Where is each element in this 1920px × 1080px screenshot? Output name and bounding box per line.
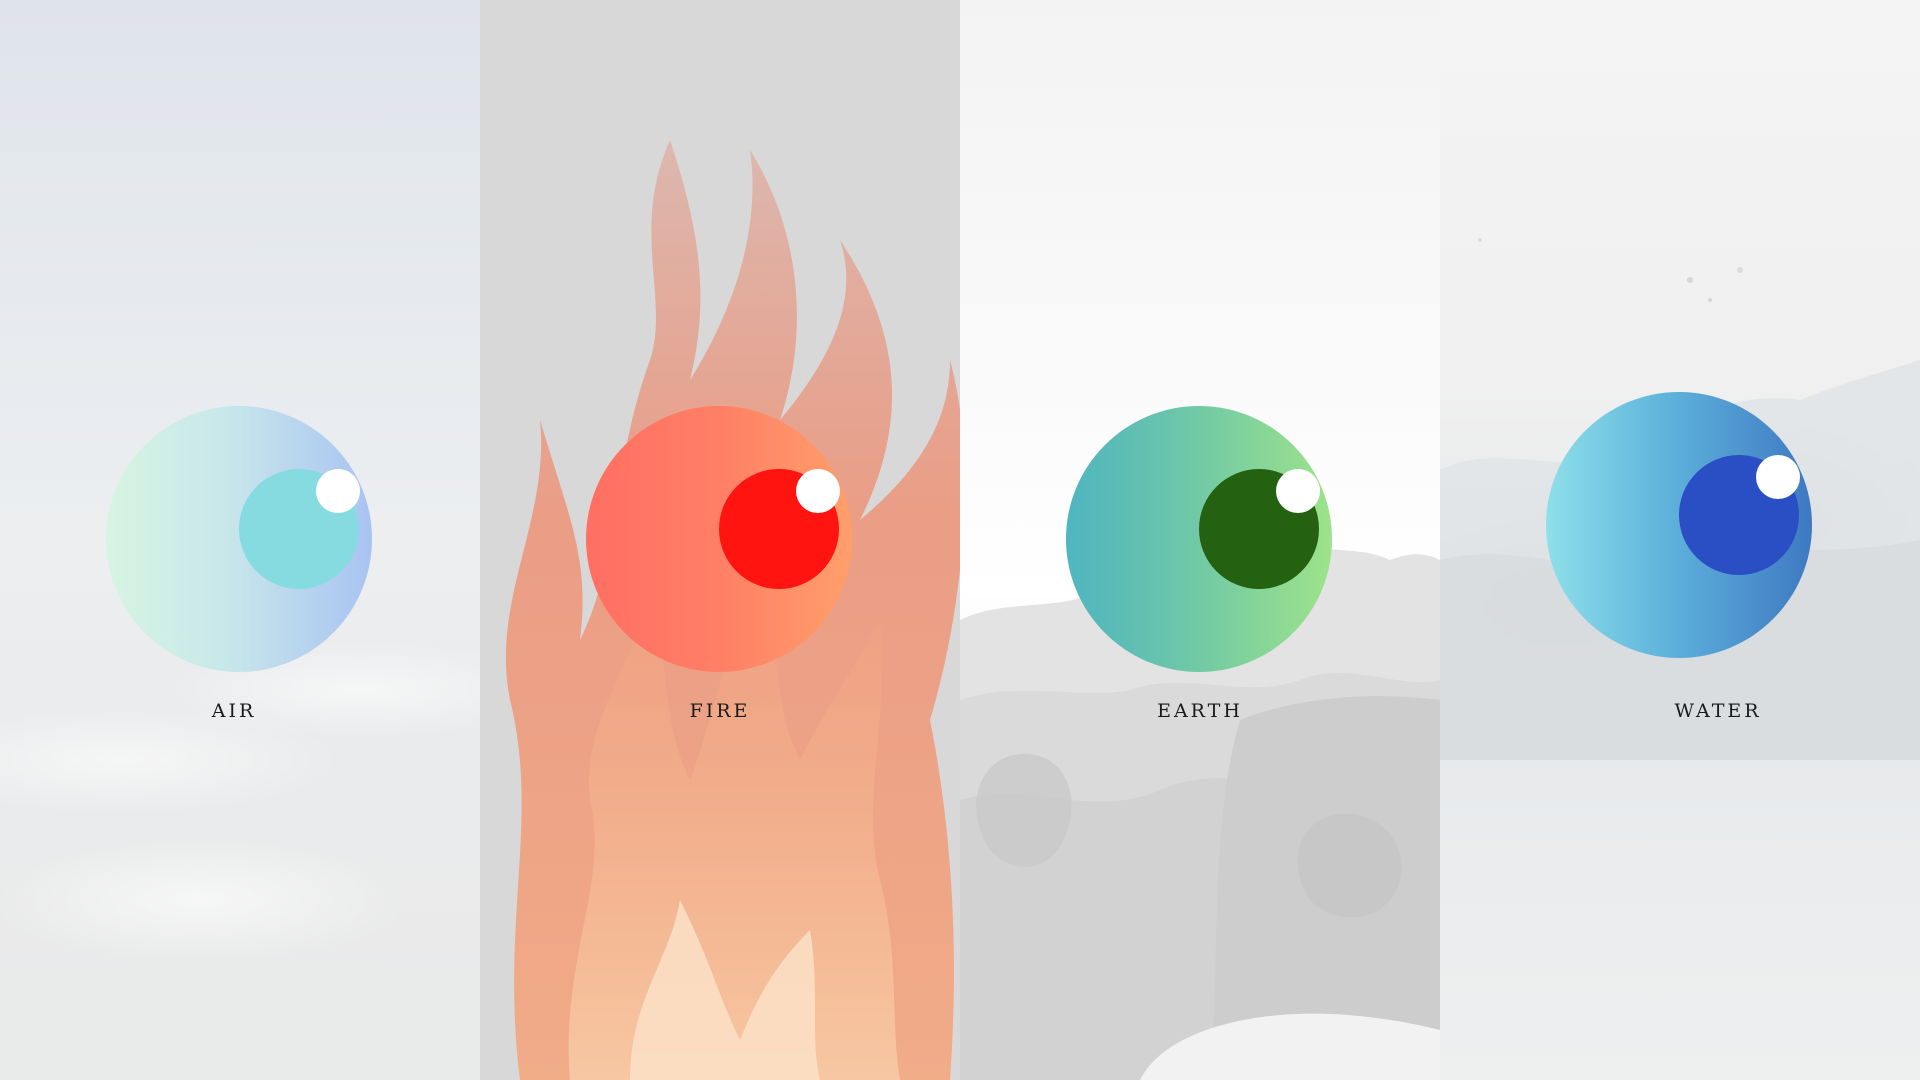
panel-air[interactable]: AIR: [0, 0, 480, 1080]
glint: [1756, 455, 1800, 499]
eye-icon[interactable]: [106, 406, 372, 672]
element-selector: AIR FIRE EARTH WATER: [0, 0, 1920, 1080]
glint: [796, 469, 840, 513]
glint: [1276, 469, 1320, 513]
element-label: EARTH: [1157, 700, 1243, 722]
panel-fire[interactable]: FIRE: [480, 0, 960, 1080]
panel-water[interactable]: WATER: [1440, 0, 1920, 1080]
glint: [316, 469, 360, 513]
element-label: AIR: [211, 700, 257, 722]
eye-icon[interactable]: [586, 406, 852, 672]
panel-earth[interactable]: EARTH: [960, 0, 1440, 1080]
element-label: WATER: [1674, 700, 1762, 722]
eye-icon[interactable]: [1546, 392, 1812, 658]
eye-icon[interactable]: [1066, 406, 1332, 672]
element-label: FIRE: [689, 700, 751, 722]
